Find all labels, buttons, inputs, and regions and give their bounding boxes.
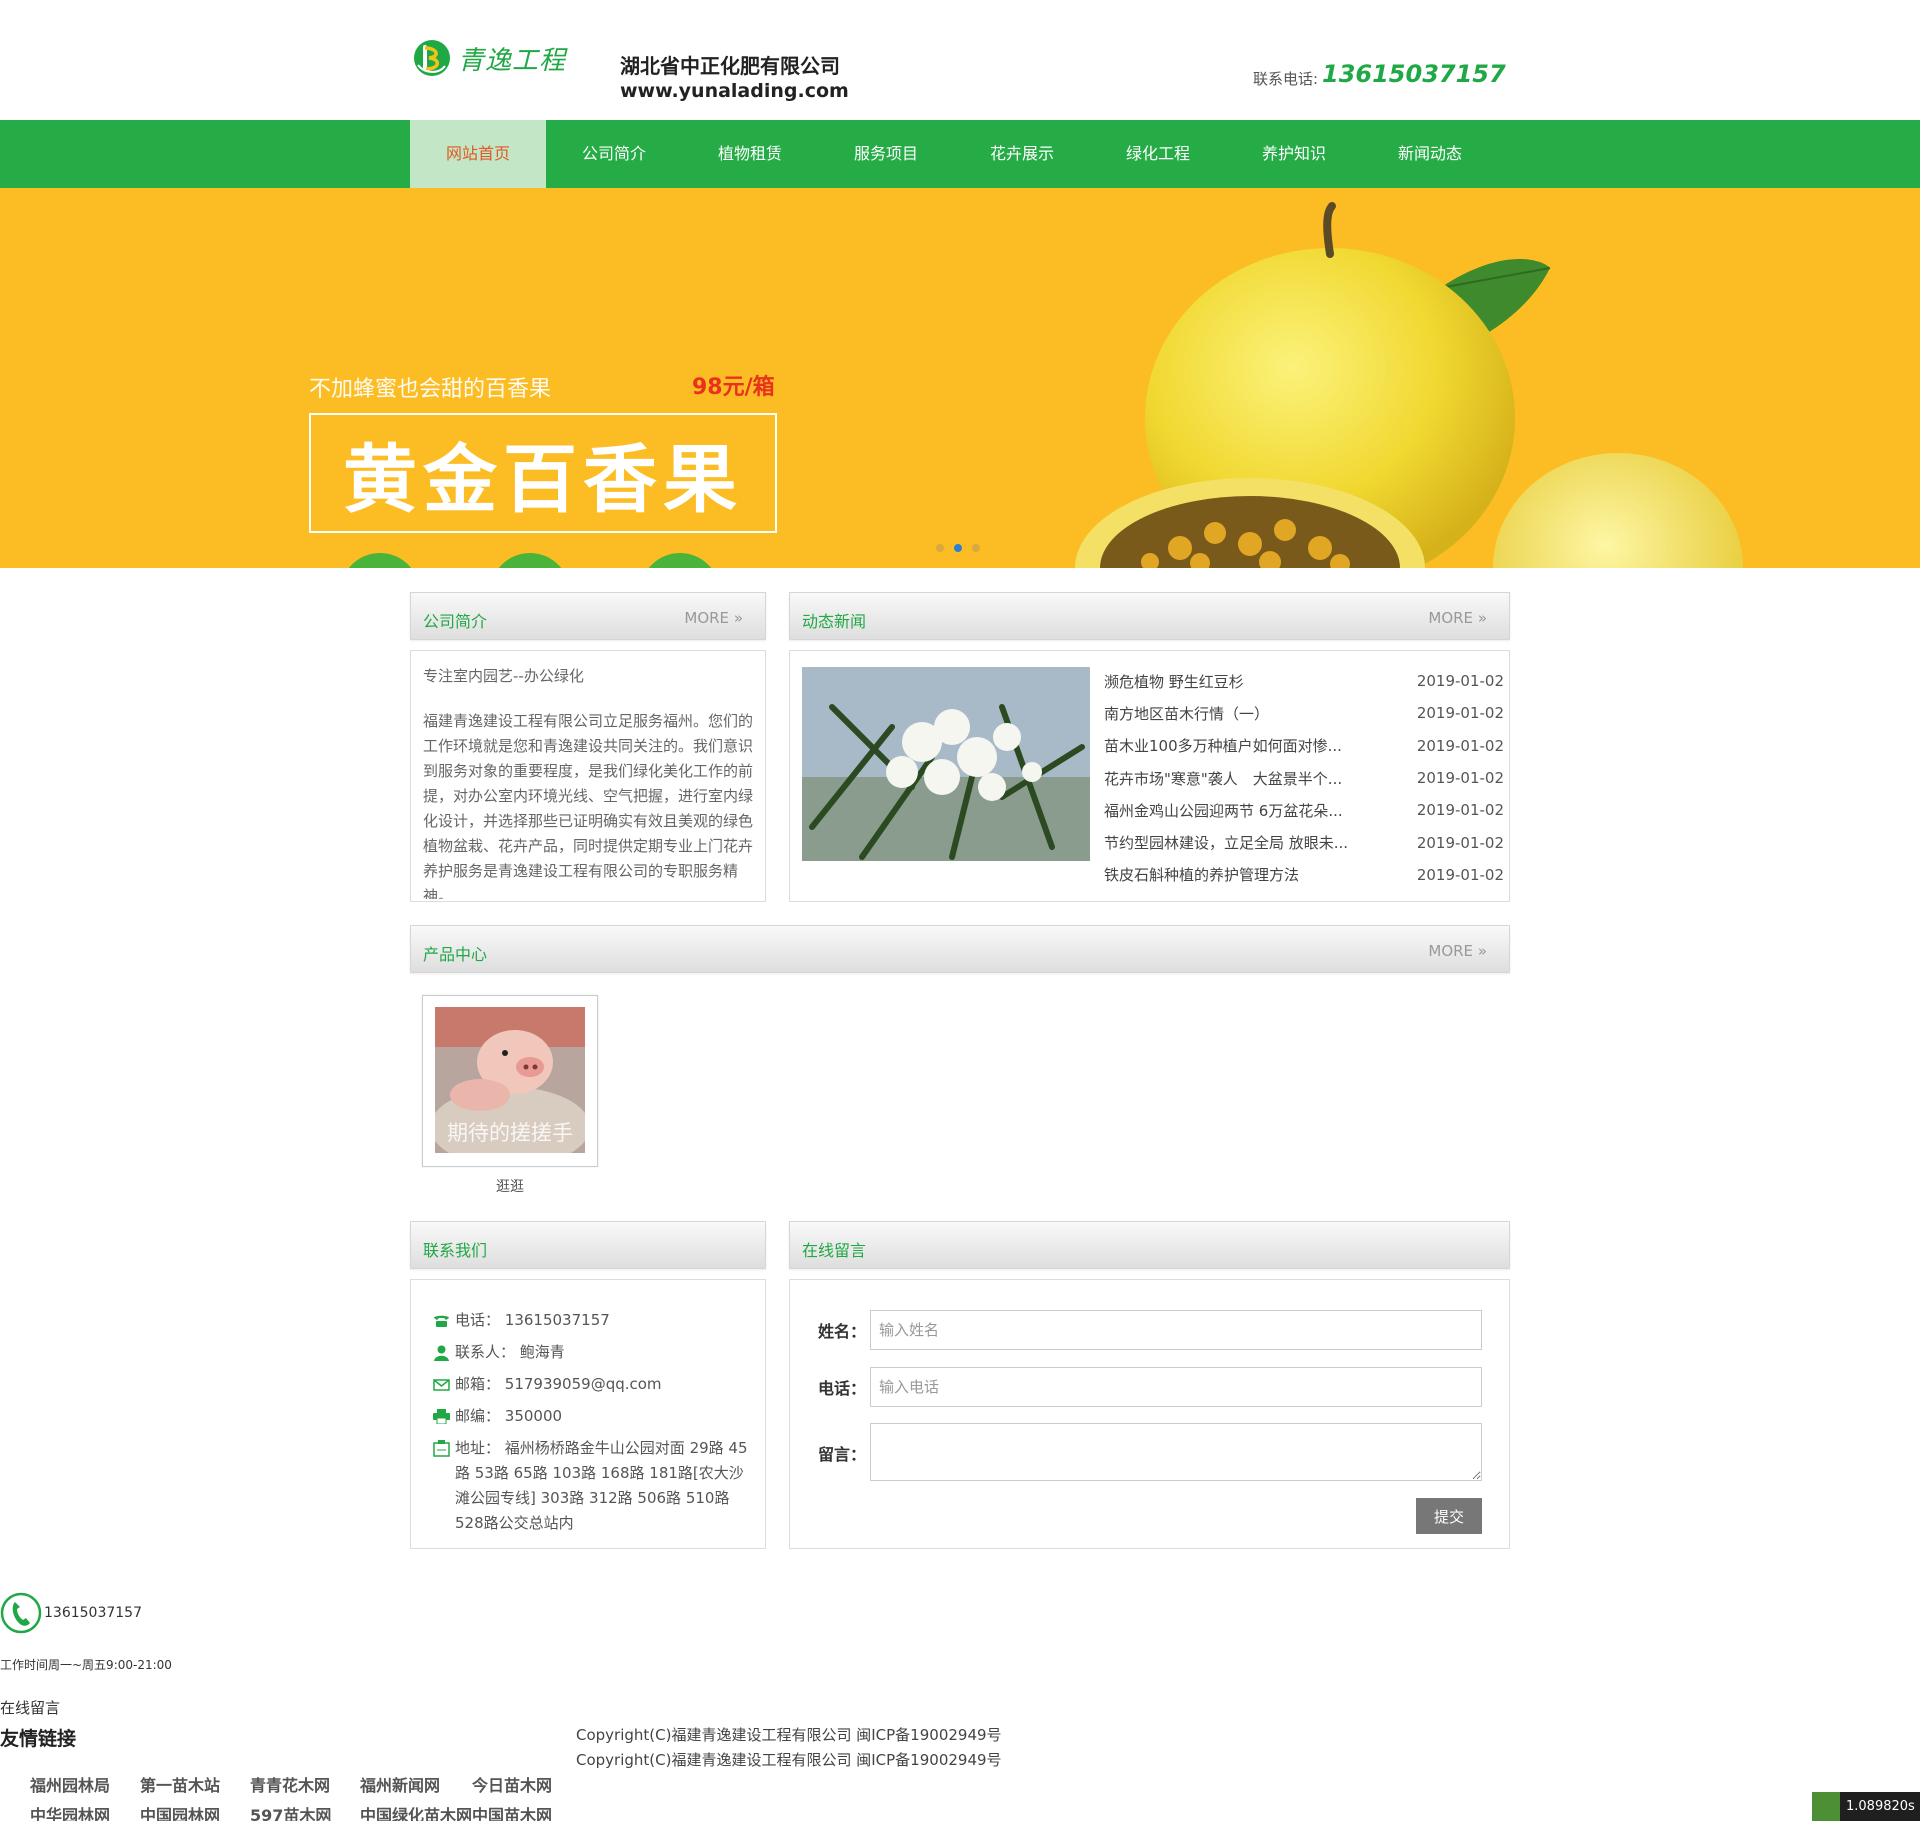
- contact-panel-title: 联系我们: [423, 1241, 488, 1260]
- printer-icon: [433, 1404, 455, 1429]
- message-panel-body: 姓名： 电话： 留言： 提交: [789, 1279, 1510, 1549]
- phone-label: 电话：: [818, 1379, 867, 1398]
- name-label: 姓名：: [818, 1322, 867, 1341]
- copyright-line: Copyright(C)福建青逸建设工程有限公司 闽ICP备19002949号: [576, 1751, 1002, 1769]
- friend-link[interactable]: 中国苗木网: [472, 1802, 582, 1821]
- news-item[interactable]: 花卉市场"寒意"袭人 大盆景半个... 2019-01-02: [1104, 762, 1504, 794]
- logo-text: 青逸工程: [458, 45, 567, 76]
- products-panel-header: 产品中心 MORE »: [410, 925, 1510, 973]
- page-timer: 1.089820s: [1812, 1792, 1920, 1821]
- product-caption[interactable]: 逛逛: [422, 1176, 598, 1196]
- news-item[interactable]: 苗木业100多万种植户如何面对惨... 2019-01-02: [1104, 730, 1504, 762]
- friend-link[interactable]: 今日苗木网: [472, 1772, 582, 1796]
- timer-logo-icon: [1812, 1792, 1840, 1821]
- message-label: 留言：: [818, 1445, 867, 1464]
- message-panel-header: 在线留言: [789, 1221, 1510, 1269]
- news-item[interactable]: 铁皮石斛种植的养护管理方法 2019-01-02: [1104, 859, 1504, 891]
- friend-link[interactable]: 中国园林网: [140, 1802, 250, 1821]
- news-panel-title: 动态新闻: [802, 612, 867, 631]
- contact-postcode: 邮编： 350000: [433, 1404, 753, 1429]
- nav-item-greening[interactable]: 绿化工程: [1090, 120, 1226, 188]
- message-panel-title: 在线留言: [802, 1241, 867, 1260]
- nav-item-home[interactable]: 网站首页: [410, 120, 546, 188]
- site-header: 青逸工程 湖北省中正化肥有限公司 www.yunalading.com 联系电话…: [0, 0, 1920, 120]
- passion-fruit-image: [1075, 202, 1743, 568]
- products-more-link[interactable]: MORE »: [1428, 942, 1487, 960]
- nav-item-services[interactable]: 服务项目: [818, 120, 954, 188]
- phone-input[interactable]: [870, 1367, 1482, 1407]
- main-nav: 网站首页 公司简介 植物租赁 服务项目 花卉展示 绿化工程 养护知识 新闻动态: [0, 120, 1920, 188]
- nav-item-news[interactable]: 新闻动态: [1362, 120, 1498, 188]
- about-more-link[interactable]: MORE »: [684, 609, 743, 627]
- news-item[interactable]: 福州金鸡山公园迎两节 6万盆花朵... 2019-01-02: [1104, 794, 1504, 826]
- contact-panel-body: 电话： 13615037157 联系人： 鲍海青 邮箱： 517939059@q…: [410, 1279, 766, 1549]
- work-hours: 工作时间周一~周五9:00-21:00: [0, 1658, 172, 1672]
- phone-label: 联系电话:: [1253, 70, 1319, 88]
- slider-dots: [936, 544, 980, 552]
- nav-item-about[interactable]: 公司简介: [546, 120, 682, 188]
- banner-price: 98元/箱: [692, 375, 775, 400]
- about-panel-title: 公司简介: [423, 612, 488, 631]
- about-panel-body: 专注室内园艺--办公绿化 福建青逸建设工程有限公司立足服务福州。您们的工作环境就…: [410, 650, 766, 902]
- submit-button[interactable]: 提交: [1416, 1498, 1482, 1534]
- friend-links: 福州园林局 第一苗木站 青青花木网 福州新闻网 今日苗木网 中华园林网 中国园林…: [30, 1772, 590, 1821]
- news-item[interactable]: 节约型园林建设，立足全局 放眼未... 2019-01-02: [1104, 826, 1504, 858]
- contact-phone: 电话： 13615037157: [433, 1308, 753, 1333]
- product-card[interactable]: 期待的搓搓手: [422, 995, 598, 1167]
- floating-phone[interactable]: 13615037157: [0, 1592, 142, 1634]
- news-list: 濒危植物 野生红豆杉 2019-01-02 南方地区苗木行情（一） 2019-01-…: [1104, 665, 1504, 891]
- address-icon: [433, 1436, 455, 1461]
- company-name: 湖北省中正化肥有限公司: [620, 54, 840, 78]
- hero-banner[interactable]: 不加蜂蜜也会甜的百香果 98元/箱 黄金百香果: [0, 188, 1920, 568]
- friend-link[interactable]: 青青花木网: [250, 1772, 360, 1796]
- banner-title: 黄金百香果: [343, 436, 743, 523]
- logo-icon: [414, 40, 450, 76]
- contact-panel-header: 联系我们: [410, 1221, 766, 1269]
- product-image-text: 期待的搓搓手: [447, 1121, 573, 1145]
- friend-link[interactable]: 597苗木网: [250, 1802, 360, 1821]
- friend-link[interactable]: 福州新闻网: [360, 1772, 472, 1796]
- nav-item-flowers[interactable]: 花卉展示: [954, 120, 1090, 188]
- friend-link[interactable]: 第一苗木站: [140, 1772, 250, 1796]
- news-item[interactable]: 濒危植物 野生红豆杉 2019-01-02: [1104, 665, 1504, 697]
- banner-subtitle: 不加蜂蜜也会甜的百香果: [309, 377, 552, 402]
- site-logo[interactable]: 青逸工程: [412, 38, 566, 78]
- friend-link[interactable]: 中国绿化苗木网: [360, 1802, 472, 1821]
- contact-email: 邮箱： 517939059@qq.com: [433, 1372, 753, 1397]
- nav-item-care[interactable]: 养护知识: [1226, 120, 1362, 188]
- friend-link[interactable]: 福州园林局: [30, 1772, 140, 1796]
- news-item[interactable]: 南方地区苗木行情（一） 2019-01-02: [1104, 697, 1504, 729]
- slider-dot[interactable]: [936, 544, 944, 552]
- phone-icon: [433, 1308, 455, 1333]
- name-input[interactable]: [870, 1310, 1482, 1350]
- news-panel-body: 濒危植物 野生红豆杉 2019-01-02 南方地区苗木行情（一） 2019-01-…: [789, 650, 1510, 902]
- person-icon: [433, 1340, 455, 1365]
- products-panel-title: 产品中心: [423, 945, 488, 964]
- about-subtitle: 专注室内园艺--办公绿化: [423, 667, 584, 685]
- product-image: 期待的搓搓手: [435, 1007, 585, 1153]
- message-textarea[interactable]: [870, 1423, 1482, 1481]
- about-panel-header: 公司简介 MORE »: [410, 592, 766, 640]
- news-more-link[interactable]: MORE »: [1428, 609, 1487, 627]
- news-panel-header: 动态新闻 MORE »: [789, 592, 1510, 640]
- nav-item-plant-rental[interactable]: 植物租赁: [682, 120, 818, 188]
- news-flower-photo[interactable]: [802, 667, 1090, 861]
- company-url: www.yunalading.com: [620, 80, 849, 102]
- contact-address: 地址： 福州杨桥路金牛山公园对面 29路 45路 53路 65路 103路 16…: [433, 1436, 753, 1536]
- contact-person: 联系人： 鲍海青: [433, 1340, 753, 1365]
- phone-circle-icon: [0, 1592, 42, 1634]
- slider-dot[interactable]: [972, 544, 980, 552]
- friend-links-title: 友情链接: [0, 1728, 77, 1750]
- friend-link[interactable]: 中华园林网: [30, 1802, 140, 1821]
- header-phone-number: 13615037157: [1322, 60, 1506, 88]
- banner-title-box: 黄金百香果: [309, 413, 777, 533]
- copyright-line: Copyright(C)福建青逸建设工程有限公司 闽ICP备19002949号: [576, 1726, 1002, 1744]
- online-message-link[interactable]: 在线留言: [0, 1697, 60, 1718]
- floating-phone-number: 13615037157: [44, 1605, 142, 1621]
- slider-dot-active[interactable]: [954, 544, 962, 552]
- mail-icon: [433, 1372, 455, 1397]
- about-text: 福建青逸建设工程有限公司立足服务福州。您们的工作环境就是您和青逸建设共同关注的。…: [423, 712, 753, 899]
